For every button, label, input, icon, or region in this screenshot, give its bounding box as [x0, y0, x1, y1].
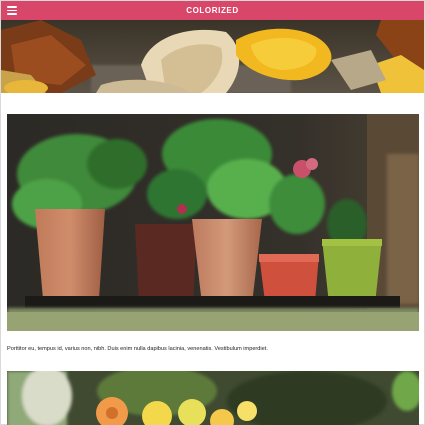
app-title: COLORIZED	[186, 6, 239, 15]
card-image[interactable]	[7, 114, 419, 331]
app-header: COLORIZED	[1, 1, 424, 20]
card-image-2[interactable]	[7, 371, 419, 425]
hamburger-menu-icon[interactable]	[7, 6, 17, 15]
card-caption: Porttitor eu, tempus id, varius non, nib…	[7, 346, 268, 352]
hero-image	[1, 20, 424, 93]
